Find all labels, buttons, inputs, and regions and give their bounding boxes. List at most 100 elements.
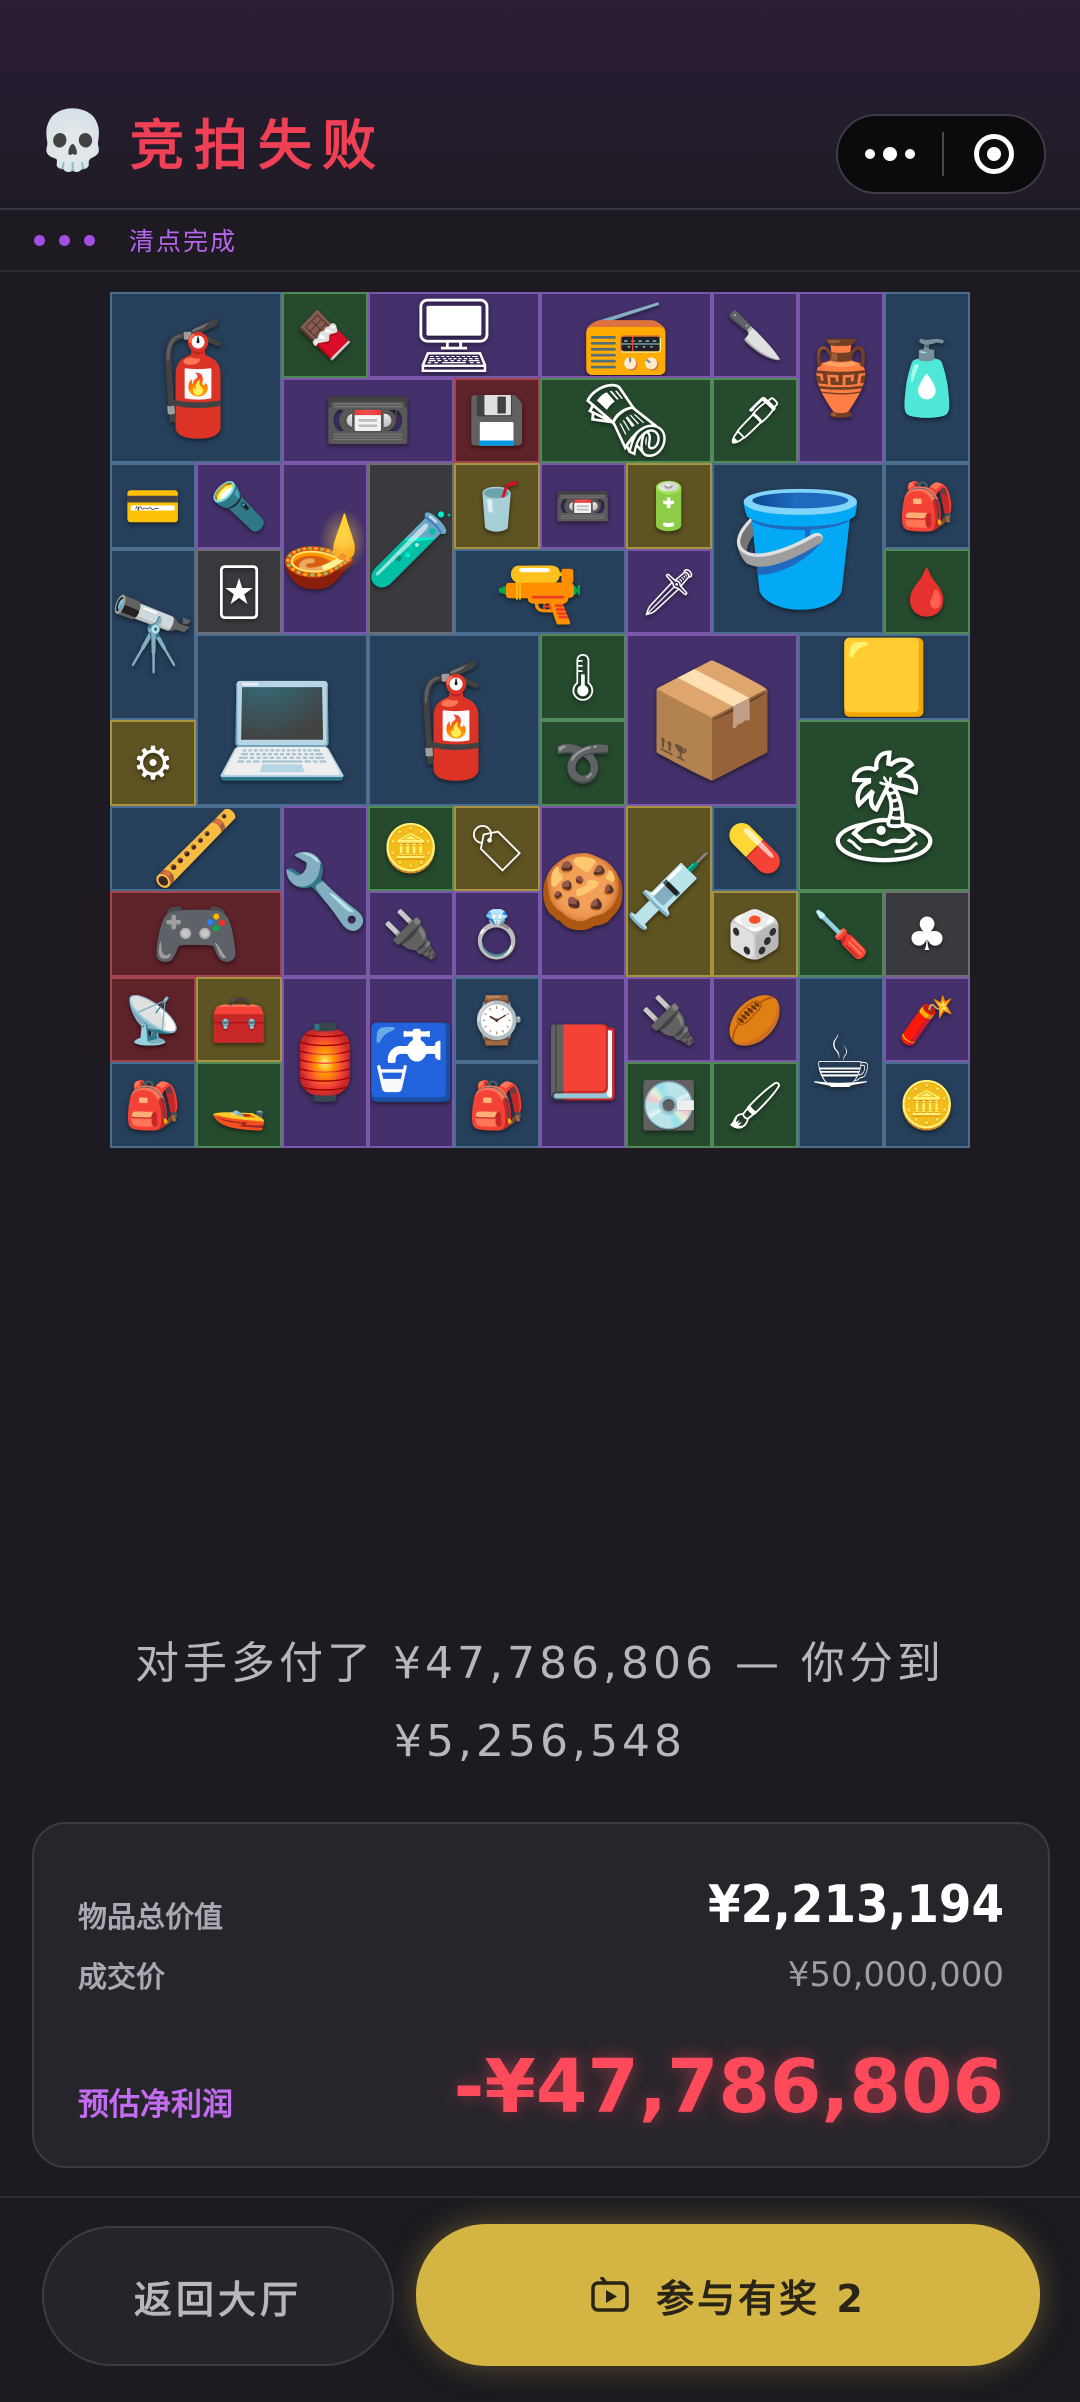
grid-item-gas-cylinder-2[interactable]: 🧯 xyxy=(368,634,540,806)
energy-bar-icon: 🍫 xyxy=(296,307,354,362)
grid-item-vintage-poster[interactable]: 🏝 xyxy=(798,720,970,892)
grid-item-smoking-pipe[interactable]: 🪈 xyxy=(110,805,282,892)
grid-item-telescope[interactable]: 🔭 xyxy=(110,548,196,720)
black-powder-icon: 🧴 xyxy=(884,335,970,420)
grid-item-ration-pack[interactable]: 🎒 xyxy=(884,463,970,549)
grid-item-smartwatch[interactable]: ⌚ xyxy=(454,976,540,1063)
grid-item-silver-coin[interactable]: 🪙 xyxy=(884,1062,970,1148)
golden-faucet-icon: 🚰 xyxy=(368,1020,454,1105)
grid-item-gas-cylinder[interactable]: 🧯 xyxy=(110,292,282,464)
grid-item-router[interactable]: 📦 xyxy=(626,634,798,806)
total-value-label: 物品总价值 xyxy=(78,1900,224,1934)
companion-cube-icon: 🎲 xyxy=(726,906,784,961)
grid-item-companion-cube[interactable]: 🎲 xyxy=(712,891,798,977)
grid-item-signal-module[interactable]: 📡 xyxy=(110,976,196,1063)
grid-item-jewelry[interactable]: 💍 xyxy=(454,891,540,977)
connector-icon: 🔌 xyxy=(640,992,698,1047)
grid-item-playing-card[interactable]: 🃏 xyxy=(196,548,282,635)
grid-item-radio[interactable]: 📻 xyxy=(540,292,712,378)
grid-item-voltage-tester[interactable]: 🖌 xyxy=(712,1062,798,1148)
grid-item-chip-device[interactable]: 🔌 xyxy=(368,891,454,977)
cable-coil-icon: ➰ xyxy=(554,735,612,790)
grid-item-spear-head[interactable]: 🗡 xyxy=(626,548,712,635)
grid-item-old-paper[interactable]: 🗞 xyxy=(540,377,712,464)
join-reward-button[interactable]: 参与有奖 2 xyxy=(416,2224,1040,2366)
grid-item-syringe-pack[interactable]: 💉 xyxy=(626,805,712,977)
grid-item-connector[interactable]: 🔌 xyxy=(626,976,712,1063)
close-target-icon[interactable] xyxy=(944,134,1044,174)
grid-item-ace-of-clubs[interactable]: ♣ xyxy=(884,891,970,977)
grid-item-paint-bucket[interactable]: 🪣 xyxy=(712,463,884,635)
chemical-bottle-icon: 🧪 xyxy=(368,506,454,591)
grid-item-screwdriver[interactable]: 🪛 xyxy=(798,891,884,977)
total-value: ¥2,213,194 xyxy=(708,1875,1004,1935)
grid-item-tablet-screen[interactable]: 💻 xyxy=(196,634,368,806)
grid-item-black-tide-book[interactable]: 📕 xyxy=(540,976,626,1148)
grid-item-circuit-board[interactable]: ⚙ xyxy=(110,720,196,806)
grid-item-chemical-bottle[interactable]: 🧪 xyxy=(368,463,454,635)
summary-card: 物品总价值 ¥2,213,194 成交价 ¥50,000,000 预估净利润 -… xyxy=(32,1822,1050,2168)
thermometer-icon: 🌡 xyxy=(553,650,613,705)
lantern-icon: 🏮 xyxy=(282,1020,368,1105)
grid-item-thermometer[interactable]: 🌡 xyxy=(540,634,626,720)
grid-item-old-coin[interactable]: 🪙 xyxy=(368,805,454,892)
grid-item-gold-bar[interactable]: 🟨 xyxy=(798,634,970,720)
bottom-bar: 返回大厅 参与有奖 2 xyxy=(0,2196,1080,2402)
grid-item-gold-teapot[interactable]: 🏺 xyxy=(798,292,884,464)
result-message-line2: ¥5,256,548 xyxy=(394,1716,686,1767)
grid-item-gpu[interactable]: 🎮 xyxy=(110,891,282,977)
boombox-icon: 📼 xyxy=(323,378,413,463)
grid-item-rugby-ball[interactable]: 🏉 xyxy=(712,976,798,1063)
grid-item-lantern[interactable]: 🏮 xyxy=(282,976,368,1148)
grid-item-memory-card[interactable]: 💳 xyxy=(110,463,196,549)
grid-item-pipe-wrench[interactable]: 🔧 xyxy=(282,805,368,977)
grid-item-pen[interactable]: 🖊 xyxy=(712,377,798,464)
ration-pack-3-icon: 🎒 xyxy=(468,1078,526,1133)
grid-item-boombox[interactable]: 📼 xyxy=(282,377,454,464)
grid-item-drink-bottle[interactable]: 🥤 xyxy=(454,463,540,549)
title-area: 💀 竞拍失败 xyxy=(37,100,386,180)
spear-head-icon: 🗡 xyxy=(639,564,699,619)
result-message: 对手多付了 ¥47,786,806 — 你分到 ¥5,256,548 xyxy=(0,1625,1080,1781)
mini-program-capsule xyxy=(836,114,1046,194)
grid-item-energy-bar[interactable]: 🍫 xyxy=(282,292,368,378)
ration-pack-icon: 🎒 xyxy=(898,478,956,533)
grid-item-knife[interactable]: 🔪 xyxy=(712,292,798,378)
pen-icon: 🖊 xyxy=(725,393,785,448)
grid-item-rifle[interactable]: 🔫 xyxy=(454,548,626,635)
grid-item-ration-pack-2[interactable]: 🎒 xyxy=(110,1062,196,1148)
grid-item-graphics-card[interactable]: 🖥 xyxy=(368,292,540,378)
grid-item-ration-pack-3[interactable]: 🎒 xyxy=(454,1062,540,1148)
grid-item-flare[interactable]: 🧨 xyxy=(884,976,970,1063)
grid-item-usb-drive[interactable]: 💾 xyxy=(454,377,540,464)
old-paper-icon: 🗞 xyxy=(580,378,672,463)
grid-item-amplifier[interactable]: 🧰 xyxy=(196,976,282,1063)
grid-item-ssd[interactable]: 🔋 xyxy=(626,463,712,549)
grid-item-golden-faucet[interactable]: 🚰 xyxy=(368,976,454,1148)
drink-bottle-icon: 🥤 xyxy=(468,478,526,533)
grid-item-tag[interactable]: 🏷 xyxy=(454,805,540,892)
more-options-icon[interactable] xyxy=(838,116,942,192)
blood-bag-icon: 🩸 xyxy=(898,564,956,619)
grid-item-blood-bag[interactable]: 🩸 xyxy=(884,548,970,635)
grid-item-black-powder[interactable]: 🧴 xyxy=(884,292,970,464)
grid-item-flashlight[interactable]: 🔦 xyxy=(196,463,282,549)
grid-item-boat-model[interactable]: 🚤 xyxy=(196,1062,282,1148)
gold-teapot-icon: 🏺 xyxy=(798,335,884,420)
back-to-lobby-button[interactable]: 返回大厅 xyxy=(42,2226,394,2366)
top-bar: 💀 竞拍失败 xyxy=(0,0,1080,210)
status-row: 清点完成 xyxy=(0,210,1080,272)
cassette-icon: 📼 xyxy=(554,478,612,533)
grid-item-pill-bottle[interactable]: 💊 xyxy=(712,805,798,892)
grid-item-cassette[interactable]: 📼 xyxy=(540,463,626,549)
telescope-icon: 🔭 xyxy=(110,592,196,677)
grid-item-hard-drive[interactable]: 💽 xyxy=(626,1062,712,1148)
grid-item-moka-pot[interactable]: ☕ xyxy=(798,976,884,1148)
grid-item-hookah[interactable]: 🪔 xyxy=(282,463,368,635)
grid-item-cable-coil[interactable]: ➰ xyxy=(540,720,626,806)
boat-model-icon: 🚤 xyxy=(210,1078,268,1133)
radio-icon: 📻 xyxy=(581,292,671,377)
grid-item-gingerbread-man[interactable]: 🍪 xyxy=(540,805,626,977)
tag-icon: 🏷 xyxy=(467,821,527,876)
paint-bucket-icon: 🪣 xyxy=(729,484,867,613)
